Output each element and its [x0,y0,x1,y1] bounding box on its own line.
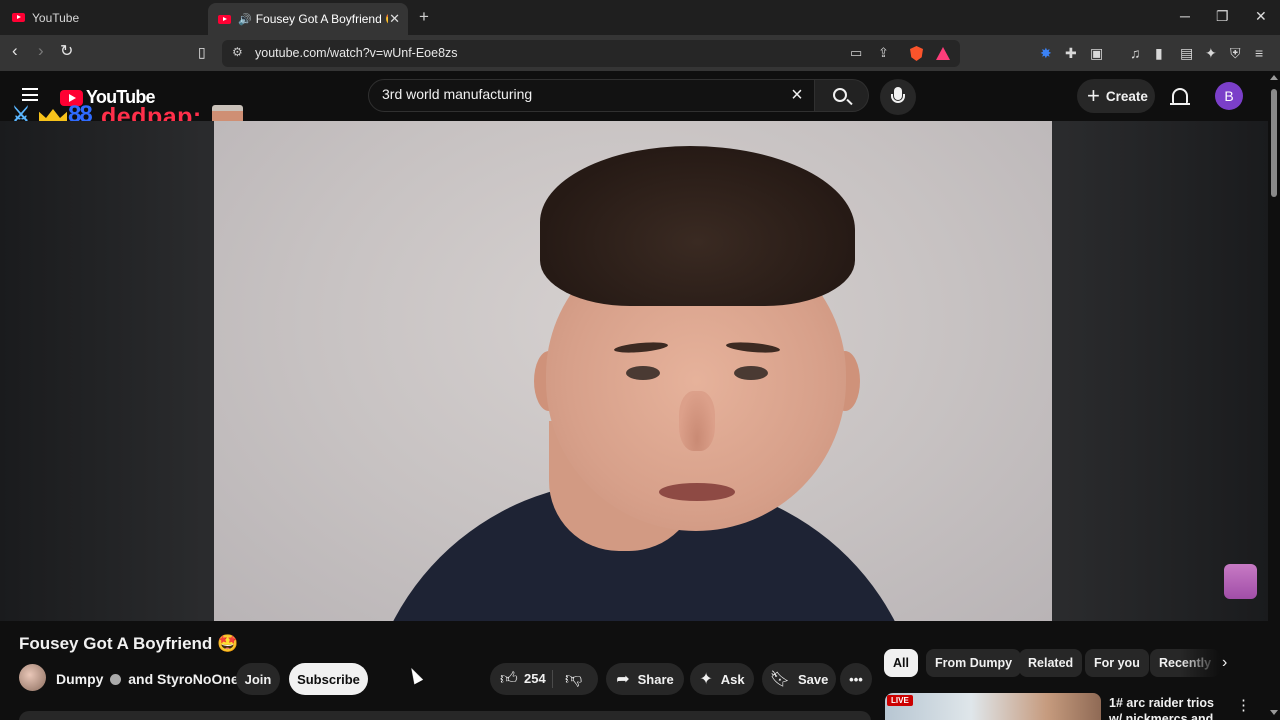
minimize-button[interactable]: ─ [1180,8,1190,24]
notifications-bell-icon[interactable] [1170,88,1190,105]
media-icon[interactable]: ♫ [1130,45,1141,61]
chip-related[interactable]: Related [1019,649,1083,677]
create-button[interactable]: + Create [1077,79,1155,113]
scroll-up-icon[interactable] [1270,75,1278,80]
tab-title: YouTube [32,10,80,25]
forward-icon[interactable]: › [38,41,44,61]
subscribe-button[interactable]: Subscribe [289,663,368,695]
browser-nav-bar: ‹ › ↻ ▯ ⚙ youtube.com/watch?v=wUnf-Eoe8z… [0,35,1280,71]
collab-channel-name[interactable]: and StyroNoOne [128,671,238,687]
tab-current-video[interactable]: 🔊 Fousey Got A Boyfriend 🤩 - ✕ [208,3,408,35]
new-tab-icon[interactable]: + [419,7,429,27]
verified-icon [110,674,122,685]
search-box: × [368,79,815,112]
tab-title: Fousey Got A Boyfriend 🤩 - [255,12,388,26]
live-badge: LIVE [887,695,913,706]
vpn-icon[interactable]: ✸ [1040,45,1052,62]
share-button[interactable]: ➦ Share [606,663,684,695]
back-icon[interactable]: ‹ [12,41,18,61]
more-actions-button[interactable]: ••• [840,663,872,695]
channel-name[interactable]: Dumpy [56,671,103,687]
bookmark-save-icon: 🔖︎ [769,671,790,688]
like-count[interactable]: 254 [524,671,546,686]
scroll-down-icon[interactable] [1270,710,1278,715]
search-icon [833,88,847,102]
account-avatar[interactable]: B [1215,82,1243,110]
save-button[interactable]: 🔖︎ Save [762,663,836,695]
video-title: Fousey Got A Boyfriend 🤩 [19,634,239,653]
plus-icon: + [1087,83,1100,108]
voice-search-button[interactable] [880,79,916,115]
clear-search-icon[interactable]: × [785,84,809,107]
recommendation-title[interactable]: 1# arc raider trios w/ nickmercs and dra… [1109,695,1221,720]
search-input[interactable] [382,86,772,102]
brave-shields-icon[interactable] [910,46,923,61]
cast-icon[interactable]: ▭ [850,45,862,61]
sidebar-icon[interactable]: ▮ [1155,45,1163,62]
browser-menu-icon[interactable]: ≡ [1255,45,1263,61]
brave-rewards-icon[interactable] [936,47,950,60]
description-box[interactable] [19,711,871,720]
site-settings-icon[interactable]: ⚙ [232,45,243,59]
bookmark-icon[interactable]: ▯ [198,44,206,61]
address-bar[interactable]: ⚙ youtube.com/watch?v=wUnf-Eoe8zs ▭ ⇪ [222,40,960,67]
chevron-right-icon[interactable]: › [1222,654,1227,672]
browser-tab-bar: YouTube 🔊 Fousey Got A Boyfriend 🤩 - ✕ +… [0,0,1280,35]
like-icon[interactable]: 👍︎ [500,668,518,689]
youtube-favicon-icon [12,13,25,22]
recommendation-thumbnail[interactable] [885,693,1101,720]
sparkle-icon: ✦ [699,671,713,688]
extensions-icon[interactable]: ✚ [1065,45,1077,62]
tab-youtube[interactable]: YouTube [2,4,202,31]
video-frame[interactable] [214,121,1052,621]
scrollbar-thumb[interactable] [1271,89,1277,197]
video-player[interactable] [0,121,1268,621]
youtube-page: YouTube ⚔ 88 dedpap: × + Create B [0,71,1280,720]
more-vertical-icon[interactable]: ⋮ [1236,696,1251,714]
more-horizontal-icon: ••• [849,671,863,687]
close-window-button[interactable]: ✕ [1255,8,1267,25]
share-page-icon[interactable]: ⇪ [878,45,889,61]
hamburger-menu-icon[interactable] [22,88,38,101]
microphone-icon [891,87,905,103]
speaker-icon[interactable]: 🔊 [238,13,252,26]
channel-name-row[interactable]: Dumpy and StyroNoOne [56,671,239,687]
search-button[interactable] [815,79,869,112]
chip-for-you[interactable]: For you [1085,649,1149,677]
share-icon: ➦ [616,671,630,688]
youtube-favicon-icon [218,14,231,24]
ask-button[interactable]: ✦ Ask [690,663,754,695]
screenshot-icon[interactable]: ▣ [1090,45,1103,62]
tab-close-icon[interactable]: ✕ [389,11,400,27]
url-text[interactable]: youtube.com/watch?v=wUnf-Eoe8zs [255,46,458,60]
vpn-shield-icon[interactable]: ⛨ [1230,45,1241,62]
mouse-cursor [406,665,424,685]
join-button[interactable]: Join [236,663,280,695]
overlay-sticker-image [1224,564,1257,599]
reload-icon[interactable]: ↻ [60,41,73,61]
restore-button[interactable]: ❐ [1216,8,1229,25]
chip-all[interactable]: All [884,649,918,677]
channel-avatar[interactable] [19,664,46,691]
leo-ai-icon[interactable]: ✦ [1205,45,1217,62]
wallet-icon[interactable]: ▤ [1180,45,1193,62]
like-dislike-group: 👍︎ 254 👎︎ [490,663,598,695]
dislike-icon[interactable]: 👎︎ [565,668,582,689]
chip-from-dumpy[interactable]: From Dumpy [926,649,1022,677]
